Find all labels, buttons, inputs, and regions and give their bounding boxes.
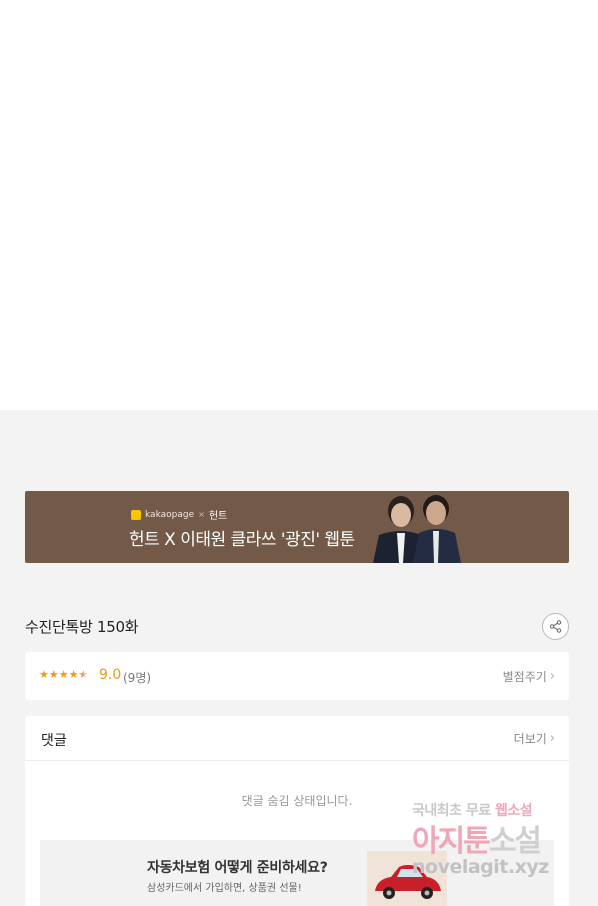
ad-headline: 자동차보험 어떻게 준비하세요? xyxy=(147,860,328,876)
brand-hunt-label: 헌트 xyxy=(208,511,228,522)
banner-figures-image xyxy=(373,495,461,563)
watermark-text: 소설 xyxy=(488,824,542,859)
star-icon: ★ xyxy=(48,668,59,681)
rate-label: 별점주기 xyxy=(502,670,547,684)
comments-header: 댓글 더보기 › xyxy=(25,716,569,761)
chevron-right-icon: › xyxy=(549,668,555,684)
watermark: 국내최초 무료 웹소설 아지툰소설 novelagit.xyz xyxy=(412,800,587,886)
episode-title: 수진단톡방 150화 xyxy=(25,618,139,636)
share-button[interactable] xyxy=(542,613,569,640)
star-rating: ★ ★ ★ ★ ★ xyxy=(39,669,88,681)
brand-separator: × xyxy=(198,510,205,519)
comments-more-button[interactable]: 더보기 › xyxy=(514,730,555,747)
rating-score: 9.0 xyxy=(99,667,122,683)
watermark-url: novelagit.xyz xyxy=(412,856,549,878)
star-half-icon: ★ xyxy=(78,668,89,681)
brand-kakao-label: kakaopage xyxy=(145,509,195,520)
rating-count: (9명) xyxy=(123,671,152,685)
banner-title: 헌트 X 이태원 클라쓰 '광진' 웹툰 xyxy=(129,530,355,550)
star-icon: ★ xyxy=(39,668,49,681)
ad-subtext: 삼성카드에서 가입하면, 상품권 선물! xyxy=(147,883,302,894)
comments-title: 댓글 xyxy=(41,733,67,749)
banner-brand: kakaopage × 헌트 xyxy=(131,507,227,522)
rating-card: ★ ★ ★ ★ ★ 9.0 (9명) 별점주기 › xyxy=(25,652,569,700)
more-label: 더보기 xyxy=(513,732,547,746)
chevron-right-icon: › xyxy=(549,730,555,746)
content-blank-area xyxy=(0,0,598,410)
watermark-text-accent: 아지툰 xyxy=(412,824,491,859)
rate-button[interactable]: 별점주기 › xyxy=(503,668,555,685)
watermark-line2: 아지툰소설 xyxy=(412,816,542,860)
star-icon: ★ xyxy=(58,668,69,681)
kakaopage-logo-icon xyxy=(131,509,141,520)
share-icon xyxy=(549,620,562,633)
star-icon: ★ xyxy=(68,668,79,681)
promo-banner[interactable]: kakaopage × 헌트 헌트 X 이태원 클라쓰 '광진' 웹툰 xyxy=(25,491,569,563)
